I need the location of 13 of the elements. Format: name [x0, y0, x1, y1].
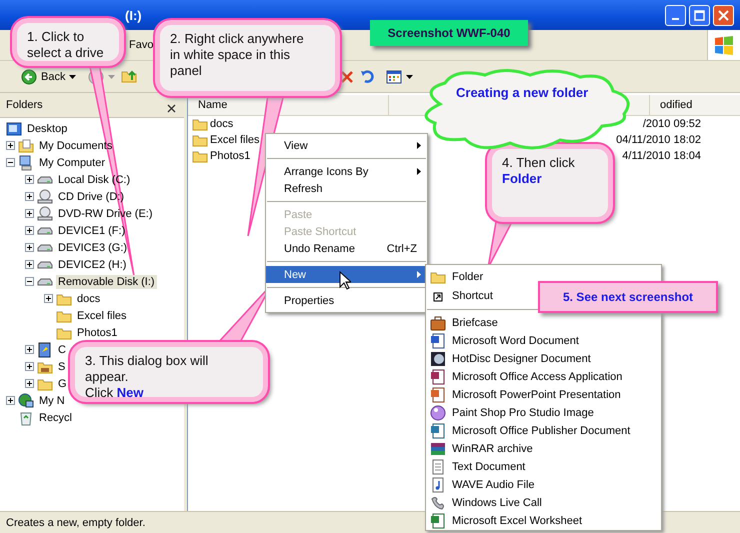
panel-title: Folders [6, 99, 43, 111]
date-cell-text: /2010 09:52 [642, 118, 701, 130]
callout-bubble: 3. This dialog box will appear. Click New [70, 342, 268, 402]
callout-bubble: 4. Then click Folder [487, 144, 613, 222]
date-cell-text: 04/11/2010 18:02 [615, 134, 701, 146]
callout-box: 5. See next screenshot [538, 281, 718, 313]
cloud-caption: Creating a new folder [456, 85, 588, 100]
callout-bubble: 1. Click to select a drive [12, 18, 124, 66]
shortcut-label: Ctrl+Z [386, 242, 417, 254]
date-cell-text: 4/11/2010 18:04 [621, 150, 701, 162]
window-title: (I:) [125, 8, 142, 22]
callout-bubble: 2. Right click anywhere in white space in this panel [155, 20, 340, 96]
banner-label: Screenshot WWF-040 [370, 20, 528, 46]
